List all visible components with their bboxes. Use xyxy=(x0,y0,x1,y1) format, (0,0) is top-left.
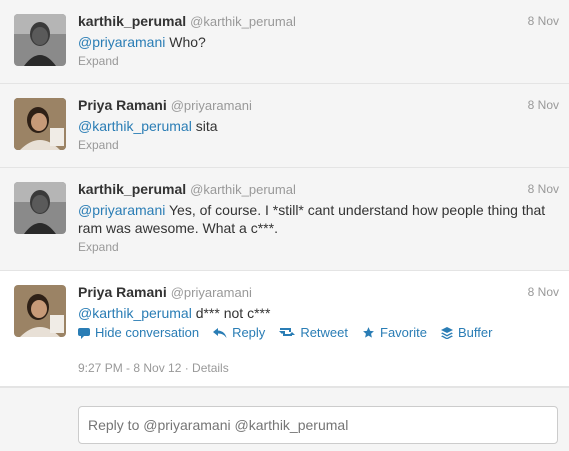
avatar[interactable] xyxy=(14,98,66,150)
hide-conversation-button[interactable]: Hide conversation xyxy=(78,325,199,340)
tweet-text: @priyaramani Who? xyxy=(78,33,559,51)
fullname[interactable]: karthik_perumal xyxy=(78,181,186,197)
fullname[interactable]: karthik_perumal xyxy=(78,13,186,29)
retweet-label: Retweet xyxy=(300,325,349,340)
username[interactable]: @priyaramani xyxy=(171,98,252,113)
expand-link[interactable]: Expand xyxy=(78,240,119,254)
retweet-icon xyxy=(279,327,296,336)
tweet-text: @karthik_perumal sita xyxy=(78,117,559,135)
buffer-icon xyxy=(440,326,453,339)
timestamp[interactable]: 8 Nov xyxy=(528,182,559,196)
reply-icon xyxy=(213,327,227,338)
favorite-button[interactable]: Favorite xyxy=(362,325,427,340)
expand-link[interactable]: Expand xyxy=(78,138,119,152)
avatar[interactable] xyxy=(14,285,66,337)
tweet-text: @karthik_perumal d*** not c*** xyxy=(78,304,559,322)
timestamp[interactable]: 8 Nov xyxy=(528,285,559,299)
retweet-button[interactable]: Retweet xyxy=(279,325,348,340)
hide-conversation-label: Hide conversation xyxy=(95,325,200,340)
username[interactable]: @karthik_perumal xyxy=(190,182,296,197)
tweet-text: @priyaramani Yes, of course. I *still* c… xyxy=(78,201,559,237)
speech-bubble-icon xyxy=(78,327,90,339)
conversation-stream: karthik_perumal @karthik_perumal 8 Nov @p… xyxy=(0,0,569,451)
tweet-header: Priya Ramani @priyaramani 8 Nov xyxy=(78,284,559,302)
avatar[interactable] xyxy=(14,14,66,66)
mention-link[interactable]: @karthik_perumal xyxy=(78,118,192,134)
tweet-details[interactable]: 9:27 PM - 8 Nov 12 · Details xyxy=(78,361,229,375)
mention-link[interactable]: @karthik_perumal xyxy=(78,305,192,321)
favorite-label: Favorite xyxy=(380,325,427,340)
reply-label: Reply xyxy=(232,325,266,340)
buffer-label: Buffer xyxy=(457,325,493,340)
buffer-button[interactable]: Buffer xyxy=(440,325,493,340)
tweet[interactable]: Priya Ramani @priyaramani 8 Nov @karthik_… xyxy=(0,84,569,168)
reply-input[interactable] xyxy=(78,406,558,444)
tweet-header: Priya Ramani @priyaramani 8 Nov xyxy=(78,97,559,115)
reply-area xyxy=(0,387,569,451)
mention-link[interactable]: @priyaramani xyxy=(78,202,165,218)
tweet-actions: Hide conversation Reply Retweet Favorite… xyxy=(78,325,492,340)
timestamp[interactable]: 8 Nov xyxy=(528,98,559,112)
tweet-body: Who? xyxy=(165,34,206,50)
username[interactable]: @karthik_perumal xyxy=(190,14,296,29)
reply-button[interactable]: Reply xyxy=(213,325,265,340)
tweet[interactable]: karthik_perumal @karthik_perumal 8 Nov @p… xyxy=(0,168,569,271)
tweet[interactable]: karthik_perumal @karthik_perumal 8 Nov @p… xyxy=(0,0,569,84)
tweet-body: sita xyxy=(191,118,218,134)
tweet-expanded[interactable]: Priya Ramani @priyaramani 8 Nov @karthik_… xyxy=(0,271,569,387)
fullname[interactable]: Priya Ramani xyxy=(78,284,167,300)
expand-link[interactable]: Expand xyxy=(78,54,119,68)
mention-link[interactable]: @priyaramani xyxy=(78,34,165,50)
avatar[interactable] xyxy=(14,182,66,234)
star-icon xyxy=(363,327,374,338)
tweet-header: karthik_perumal @karthik_perumal 8 Nov xyxy=(78,13,559,31)
username[interactable]: @priyaramani xyxy=(171,285,252,300)
tweet-body: d*** not c*** xyxy=(191,305,271,321)
timestamp[interactable]: 8 Nov xyxy=(528,14,559,28)
tweet-header: karthik_perumal @karthik_perumal 8 Nov xyxy=(78,181,559,199)
fullname[interactable]: Priya Ramani xyxy=(78,97,167,113)
